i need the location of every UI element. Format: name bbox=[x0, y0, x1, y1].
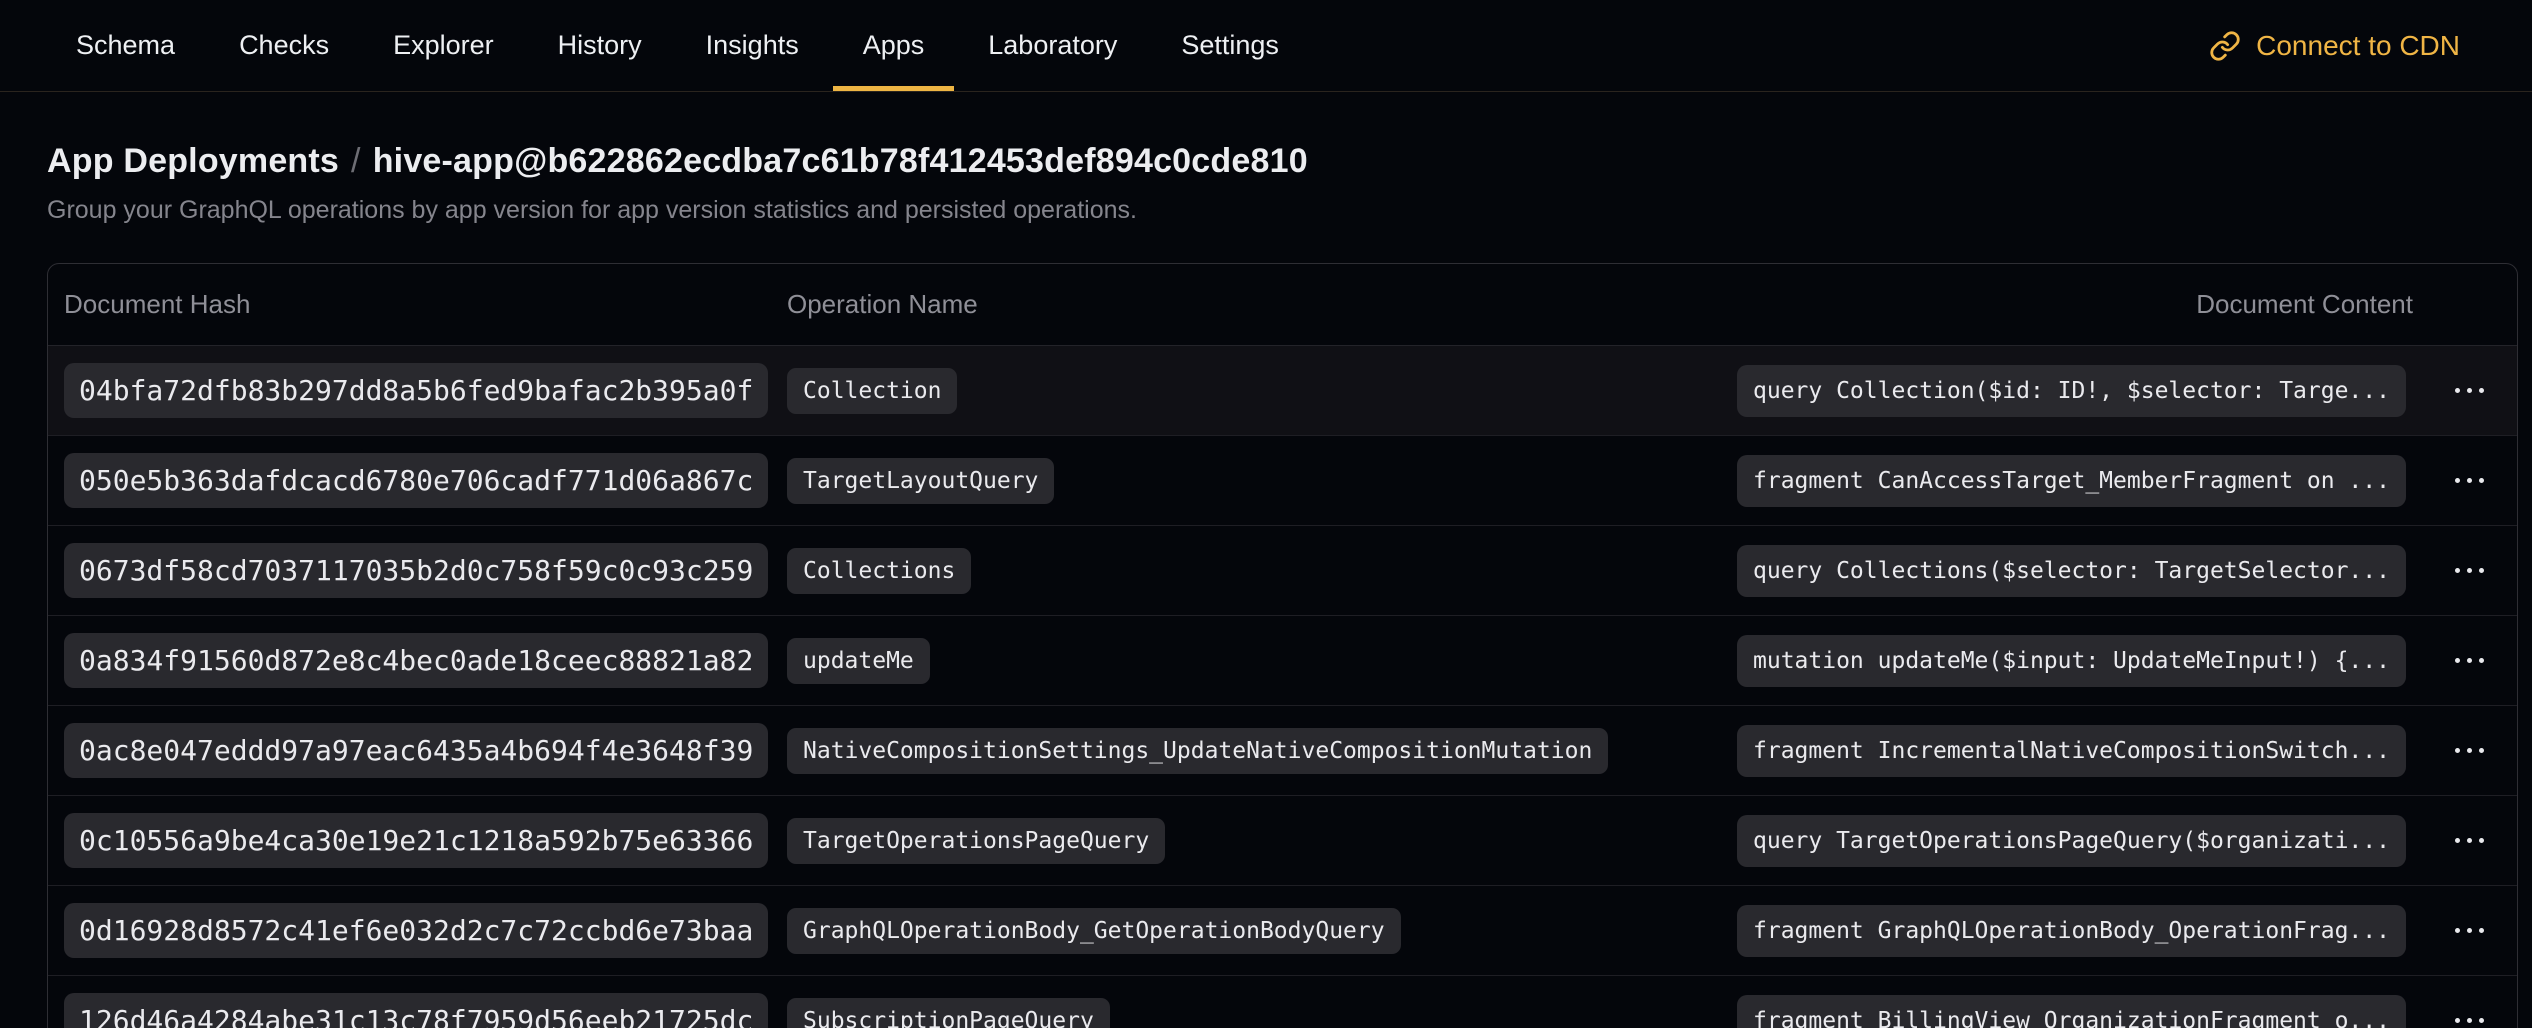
nav-tabs: Schema Checks Explorer History Insights … bbox=[46, 0, 1309, 91]
document-content-pill: fragment GraphQLOperationBody_OperationF… bbox=[1737, 905, 2406, 957]
document-hash-pill: 050e5b363dafdcacd6780e706cadf771d06a867c bbox=[64, 453, 768, 508]
row-menu-button[interactable] bbox=[2447, 918, 2492, 943]
ellipsis-menu-icon bbox=[2455, 928, 2460, 933]
document-hash-pill: 0ac8e047eddd97a97eac6435a4b694f4e3648f39 bbox=[64, 723, 768, 778]
table-row: 0d16928d8572c41ef6e032d2c7c72ccbd6e73baa… bbox=[48, 886, 2517, 976]
document-hash-pill: 0a834f91560d872e8c4bec0ade18ceec88821a82 bbox=[64, 633, 768, 688]
nav-tab-checks[interactable]: Checks bbox=[209, 0, 359, 91]
breadcrumb: App Deployments/hive-app@b622862ecdba7c6… bbox=[47, 142, 2532, 181]
ellipsis-menu-icon bbox=[2455, 478, 2460, 483]
nav-tab-apps[interactable]: Apps bbox=[833, 0, 955, 91]
operation-name-pill: TargetOperationsPageQuery bbox=[787, 818, 1165, 864]
table-row: 126d46a4284abe31c13c78f7959d56eeb21725dc… bbox=[48, 976, 2517, 1028]
operation-name-pill: Collections bbox=[787, 548, 971, 594]
breadcrumb-section: App Deployments bbox=[47, 142, 339, 180]
row-menu-button[interactable] bbox=[2447, 468, 2492, 493]
row-menu-button[interactable] bbox=[2447, 1008, 2492, 1028]
connect-to-cdn-button[interactable]: Connect to CDN bbox=[2209, 0, 2460, 91]
nav-tab-settings[interactable]: Settings bbox=[1151, 0, 1309, 91]
operation-name-pill: TargetLayoutQuery bbox=[787, 458, 1054, 504]
row-menu-button[interactable] bbox=[2447, 558, 2492, 583]
nav-tab-history[interactable]: History bbox=[528, 0, 672, 91]
nav-tab-laboratory[interactable]: Laboratory bbox=[958, 0, 1147, 91]
breadcrumb-separator: / bbox=[339, 142, 373, 180]
page-subtitle: Group your GraphQL operations by app ver… bbox=[47, 196, 2532, 225]
document-hash-pill: 0d16928d8572c41ef6e032d2c7c72ccbd6e73baa bbox=[64, 903, 768, 958]
row-menu-button[interactable] bbox=[2447, 738, 2492, 763]
row-menu-button[interactable] bbox=[2447, 828, 2492, 853]
table-row: 04bfa72dfb83b297dd8a5b6fed9bafac2b395a0f… bbox=[48, 346, 2517, 436]
operation-name-pill: GraphQLOperationBody_GetOperationBodyQue… bbox=[787, 908, 1401, 954]
table-body: 04bfa72dfb83b297dd8a5b6fed9bafac2b395a0f… bbox=[48, 346, 2517, 1028]
document-content-pill: query Collection($id: ID!, $selector: Ta… bbox=[1737, 365, 2406, 417]
table-row: 0673df58cd7037117035b2d0c758f59c0c93c259… bbox=[48, 526, 2517, 616]
row-menu-button[interactable] bbox=[2447, 648, 2492, 673]
nav-tab-insights[interactable]: Insights bbox=[676, 0, 829, 91]
chain-link-icon bbox=[2209, 30, 2241, 62]
ellipsis-menu-icon bbox=[2455, 568, 2460, 573]
column-header-document-hash: Document Hash bbox=[48, 289, 771, 320]
deployments-table: Document Hash Operation Name Document Co… bbox=[47, 263, 2518, 1028]
connect-to-cdn-label: Connect to CDN bbox=[2256, 30, 2460, 62]
table-row: 0c10556a9be4ca30e19e21c1218a592b75e63366… bbox=[48, 796, 2517, 886]
table-row: 0ac8e047eddd97a97eac6435a4b694f4e3648f39… bbox=[48, 706, 2517, 796]
ellipsis-menu-icon bbox=[2455, 838, 2460, 843]
top-navigation: Schema Checks Explorer History Insights … bbox=[0, 0, 2532, 92]
breadcrumb-app-id: hive-app@b622862ecdba7c61b78f412453def89… bbox=[373, 142, 1308, 180]
operation-name-pill: updateMe bbox=[787, 638, 930, 684]
document-hash-pill: 0673df58cd7037117035b2d0c758f59c0c93c259 bbox=[64, 543, 768, 598]
nav-tab-explorer[interactable]: Explorer bbox=[363, 0, 524, 91]
main-content: App Deployments/hive-app@b622862ecdba7c6… bbox=[0, 142, 2532, 1028]
ellipsis-menu-icon bbox=[2455, 658, 2460, 663]
table-row: 050e5b363dafdcacd6780e706cadf771d06a867c… bbox=[48, 436, 2517, 526]
document-content-pill: fragment IncrementalNativeCompositionSwi… bbox=[1737, 725, 2406, 777]
operation-name-pill: Collection bbox=[787, 368, 957, 414]
document-content-pill: fragment BillingView_OrganizationFragmen… bbox=[1737, 995, 2406, 1028]
ellipsis-menu-icon bbox=[2455, 388, 2460, 393]
column-header-document-content: Document Content bbox=[1721, 289, 2421, 320]
document-hash-pill: 126d46a4284abe31c13c78f7959d56eeb21725dc bbox=[64, 993, 768, 1028]
document-hash-pill: 04bfa72dfb83b297dd8a5b6fed9bafac2b395a0f bbox=[64, 363, 768, 418]
document-content-pill: mutation updateMe($input: UpdateMeInput!… bbox=[1737, 635, 2406, 687]
operation-name-pill: SubscriptionPageQuery bbox=[787, 998, 1110, 1028]
document-content-pill: query Collections($selector: TargetSelec… bbox=[1737, 545, 2406, 597]
ellipsis-menu-icon bbox=[2455, 1018, 2460, 1023]
row-menu-button[interactable] bbox=[2447, 378, 2492, 403]
document-content-pill: query TargetOperationsPageQuery($organiz… bbox=[1737, 815, 2406, 867]
document-content-pill: fragment CanAccessTarget_MemberFragment … bbox=[1737, 455, 2406, 507]
column-header-operation-name: Operation Name bbox=[771, 289, 1721, 320]
ellipsis-menu-icon bbox=[2455, 748, 2460, 753]
operation-name-pill: NativeCompositionSettings_UpdateNativeCo… bbox=[787, 728, 1608, 774]
table-header-row: Document Hash Operation Name Document Co… bbox=[48, 264, 2517, 346]
table-row: 0a834f91560d872e8c4bec0ade18ceec88821a82… bbox=[48, 616, 2517, 706]
nav-tab-schema[interactable]: Schema bbox=[46, 0, 205, 91]
document-hash-pill: 0c10556a9be4ca30e19e21c1218a592b75e63366 bbox=[64, 813, 768, 868]
